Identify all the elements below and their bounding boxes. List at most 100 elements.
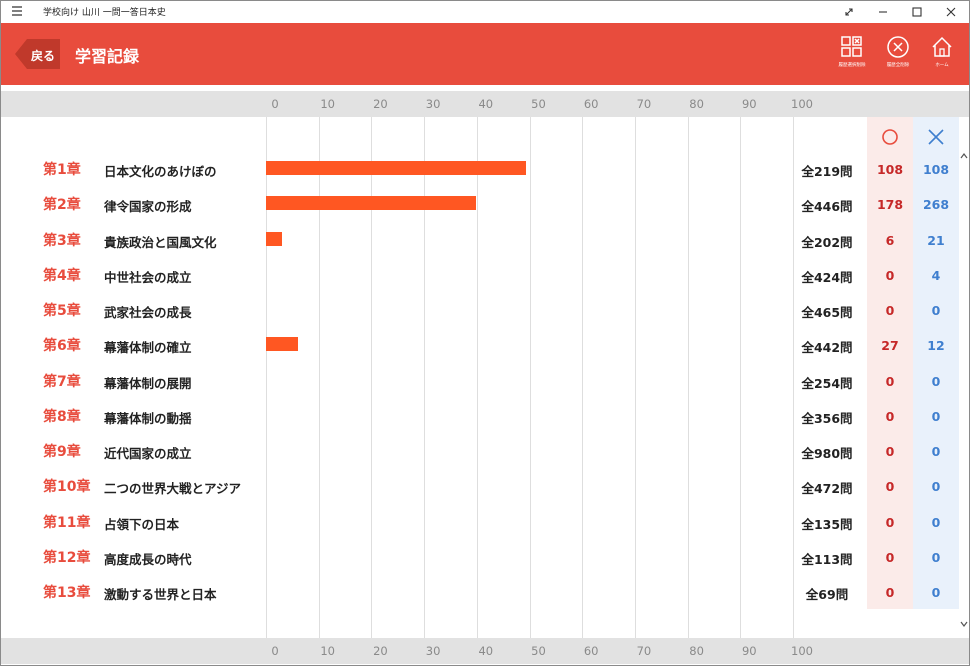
question-total: 全219問 <box>801 164 853 179</box>
correct-count: 0 <box>885 514 895 530</box>
question-total: 全135問 <box>801 516 853 532</box>
question-total: 全472問 <box>801 481 853 497</box>
app-window: 学校向け 山川 一問一答日本史 戻る 学習記録 履歴選択削除 履歴全削除 ホーム… <box>0 0 970 666</box>
x-tick-label: 30 <box>425 644 441 658</box>
progress-bar <box>266 196 477 211</box>
chapter-row[interactable]: 第4章 中世社会の成立 全424問 0 4 <box>1 265 969 300</box>
wrong-count: 0 <box>931 514 941 530</box>
back-button-label: 戻る <box>31 49 56 63</box>
x-tick-label: 10 <box>320 97 335 111</box>
wrong-count: 12 <box>927 338 945 354</box>
question-total: 全465問 <box>801 305 853 320</box>
circle-x-icon <box>887 36 909 58</box>
x-tick-label: 30 <box>425 97 441 111</box>
back-button[interactable]: 戻る <box>15 39 60 69</box>
x-tick-label: 40 <box>478 97 494 111</box>
x-tick-label: 70 <box>636 644 652 658</box>
x-tick-label: 20 <box>373 644 388 658</box>
wrong-column-header <box>913 123 959 151</box>
correct-count: 0 <box>885 373 895 389</box>
x-tick-label: 50 <box>531 97 546 111</box>
x-tick-label: 0 <box>271 644 279 658</box>
hamburger-icon[interactable] <box>9 3 25 19</box>
chapter-row[interactable]: 第5章 武家社会の成長 全465問 0 0 <box>1 300 969 335</box>
x-tick-label: 10 <box>320 644 335 658</box>
progress-bar <box>266 337 299 352</box>
wrong-count: 268 <box>922 197 950 213</box>
x-tick-label: 90 <box>741 644 757 658</box>
home-label: ホーム <box>935 63 949 68</box>
chapter-row[interactable]: 第2章 律令国家の形成 全446問 178 268 <box>1 194 969 229</box>
chapter-number: 第2章 <box>43 197 81 214</box>
cross-icon <box>928 129 944 145</box>
x-tick-label: 20 <box>373 97 388 111</box>
wrong-count: 21 <box>927 232 945 248</box>
expand-icon[interactable] <box>831 1 867 23</box>
vertical-scrollbar[interactable] <box>959 151 969 631</box>
chapter-number: 第4章 <box>43 267 81 284</box>
wrong-count: 0 <box>931 373 941 389</box>
maximize-icon[interactable] <box>899 1 935 23</box>
x-tick-label: 80 <box>689 644 704 658</box>
correct-count: 0 <box>885 303 895 318</box>
chapter-row[interactable]: 第8章 幕藩体制の動揺 全356問 0 0 <box>1 406 969 441</box>
question-total: 全113問 <box>801 551 853 567</box>
chapter-title: 律令国家の形成 <box>104 199 192 215</box>
correct-count: 178 <box>876 197 904 213</box>
chapter-number: 第5章 <box>43 303 81 319</box>
minimize-icon[interactable] <box>865 1 901 23</box>
grid-delete-icon <box>841 36 862 57</box>
scroll-down-icon[interactable] <box>959 619 969 629</box>
selected-history-delete-label: 履歴選択削除 <box>838 63 866 68</box>
chapter-row[interactable]: 第9章 近代国家の成立 全980問 0 0 <box>1 441 969 476</box>
chapter-title: 武家社会の成長 <box>104 305 192 320</box>
x-tick-label: 60 <box>583 97 599 111</box>
all-history-delete-label: 履歴全削除 <box>886 63 910 68</box>
chapter-title: 占領下の日本 <box>104 516 180 532</box>
chapter-row[interactable]: 第6章 幕藩体制の確立 全442問 27 12 <box>1 335 969 370</box>
chapter-row[interactable]: 第13章 激動する世界と日本 全69問 0 0 <box>1 582 969 617</box>
correct-count: 0 <box>885 444 895 459</box>
correct-count: 6 <box>885 232 895 248</box>
chapter-row[interactable]: 第7章 幕藩体制の展開 全254問 0 0 <box>1 371 969 406</box>
chapter-row[interactable]: 第1章 日本文化のあけぼの 全219問 108 108 <box>1 159 969 194</box>
chapter-number: 第9章 <box>43 444 81 460</box>
chapter-row[interactable]: 第10章 二つの世界大戦とアジア 全472問 0 0 <box>1 476 969 511</box>
x-tick-label: 50 <box>531 644 546 658</box>
chapter-number: 第13章 <box>43 585 91 601</box>
scroll-up-icon[interactable] <box>959 151 969 161</box>
chapter-title: 二つの世界大戦とアジア <box>104 481 242 497</box>
chapter-title: 幕藩体制の動揺 <box>104 410 192 426</box>
wrong-count: 0 <box>931 585 941 600</box>
wrong-count: 108 <box>922 162 950 177</box>
correct-count: 0 <box>885 479 895 495</box>
x-tick-label: 60 <box>583 644 599 658</box>
chapter-number: 第3章 <box>43 232 81 249</box>
wrong-count: 4 <box>931 267 941 283</box>
chapter-title: 近代国家の成立 <box>104 446 192 461</box>
progress-bar <box>266 231 282 246</box>
question-total: 全424問 <box>801 269 853 285</box>
correct-count: 108 <box>876 162 904 177</box>
chapter-row[interactable]: 第3章 貴族政治と国風文化 全202問 6 21 <box>1 230 969 265</box>
chapter-number: 第8章 <box>43 408 81 425</box>
chapter-row[interactable]: 第11章 占領下の日本 全135問 0 0 <box>1 512 969 547</box>
question-total: 全69問 <box>805 587 849 602</box>
all-history-delete-button[interactable]: 履歴全削除 <box>877 35 919 75</box>
chapter-number: 第11章 <box>43 514 91 531</box>
wrong-count: 0 <box>931 444 941 459</box>
x-tick-label: 90 <box>741 97 757 111</box>
selected-history-delete-button[interactable]: 履歴選択削除 <box>831 35 873 75</box>
home-icon <box>932 36 952 57</box>
x-tick-label: 80 <box>689 97 704 111</box>
correct-count: 0 <box>885 408 895 424</box>
wrong-count: 0 <box>931 549 941 565</box>
chapter-title: 日本文化のあけぼの <box>104 164 217 179</box>
home-button[interactable]: ホーム <box>921 35 963 75</box>
close-icon[interactable] <box>933 1 969 23</box>
chapter-title: 貴族政治と国風文化 <box>104 234 217 250</box>
question-total: 全442問 <box>801 340 853 356</box>
chapter-title: 幕藩体制の確立 <box>104 340 192 356</box>
wrong-count: 0 <box>931 479 941 495</box>
chapter-row[interactable]: 第12章 高度成長の時代 全113問 0 0 <box>1 547 969 582</box>
